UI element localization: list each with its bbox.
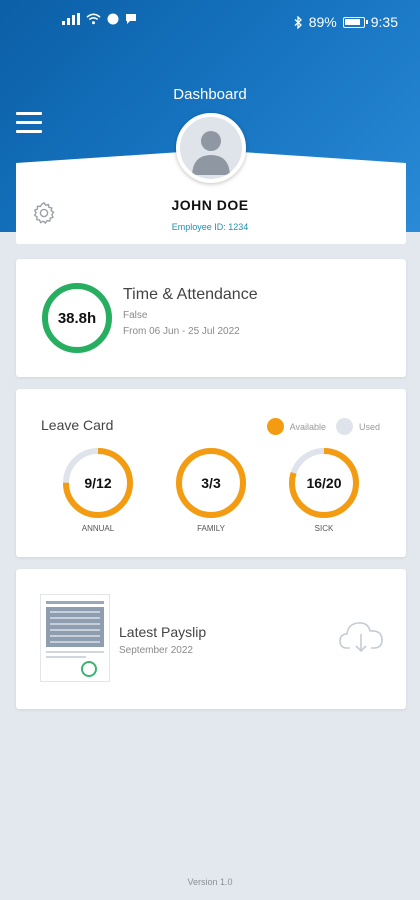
leave-label: FAMILY: [197, 524, 225, 533]
attendance-subtitle: False: [123, 310, 148, 321]
leave-title: Leave Card: [41, 417, 114, 433]
attendance-card[interactable]: 38.8h Time & Attendance False From 06 Ju…: [16, 259, 406, 377]
used-legend-dot: [335, 418, 353, 435]
version-label: Version 1.0: [187, 877, 233, 887]
menu-button[interactable]: [16, 112, 42, 134]
status-bar: 89% 9:35: [0, 0, 420, 44]
user-icon: [192, 131, 230, 175]
menu-icon-bar: [16, 130, 42, 133]
available-legend-dot: [266, 418, 284, 435]
leave-ring-family: 3/3: [174, 446, 248, 520]
menu-icon-bar: [16, 112, 42, 115]
payslip-date: September 2022: [119, 645, 193, 656]
signal-icon: [62, 13, 80, 25]
payslip-document-icon: [46, 601, 104, 677]
leave-label: SICK: [314, 524, 334, 533]
notification-icon: [107, 13, 119, 25]
clock: 9:35: [370, 14, 398, 30]
attendance-range: From 06 Jun - 25 Jul 2022: [123, 326, 240, 337]
used-legend-label: Used: [358, 421, 380, 432]
cloud-download-icon[interactable]: [338, 618, 384, 656]
leave-label: ANNUAL: [81, 524, 115, 533]
leave-value: 16/20: [306, 475, 342, 491]
leave-legend: Available Used: [266, 418, 380, 435]
status-icons-left: [62, 13, 137, 25]
attendance-hours: 38.8h: [57, 309, 97, 327]
message-icon: [126, 14, 136, 24]
attendance-title: Time & Attendance: [123, 286, 258, 303]
bluetooth-icon: [294, 15, 302, 29]
available-legend-label: Available: [289, 421, 326, 432]
profile-name: JOHN DOE: [171, 197, 249, 213]
payslip-title: Latest Payslip: [119, 624, 207, 640]
avatar[interactable]: [176, 113, 246, 183]
battery-icon: [342, 16, 368, 28]
status-icons-right: 89% 9:35: [294, 14, 398, 30]
leave-value: 9/12: [84, 475, 112, 491]
payslip-card[interactable]: Latest Payslip September 2022: [16, 569, 406, 709]
page-title: Dashboard: [173, 86, 247, 103]
employee-id: Employee ID: 1234: [171, 222, 249, 232]
leave-card[interactable]: Leave Card Available Used 9/12 ANNUAL 3/…: [16, 389, 406, 557]
wifi-icon: [86, 13, 101, 25]
leave-value: 3/3: [201, 475, 221, 491]
leave-ring-annual: 9/12: [61, 446, 135, 520]
payslip-thumbnail: [40, 594, 110, 682]
leave-ring-sick: 16/20: [287, 446, 361, 520]
menu-icon-bar: [16, 121, 42, 124]
battery-percent: 89%: [308, 14, 337, 30]
